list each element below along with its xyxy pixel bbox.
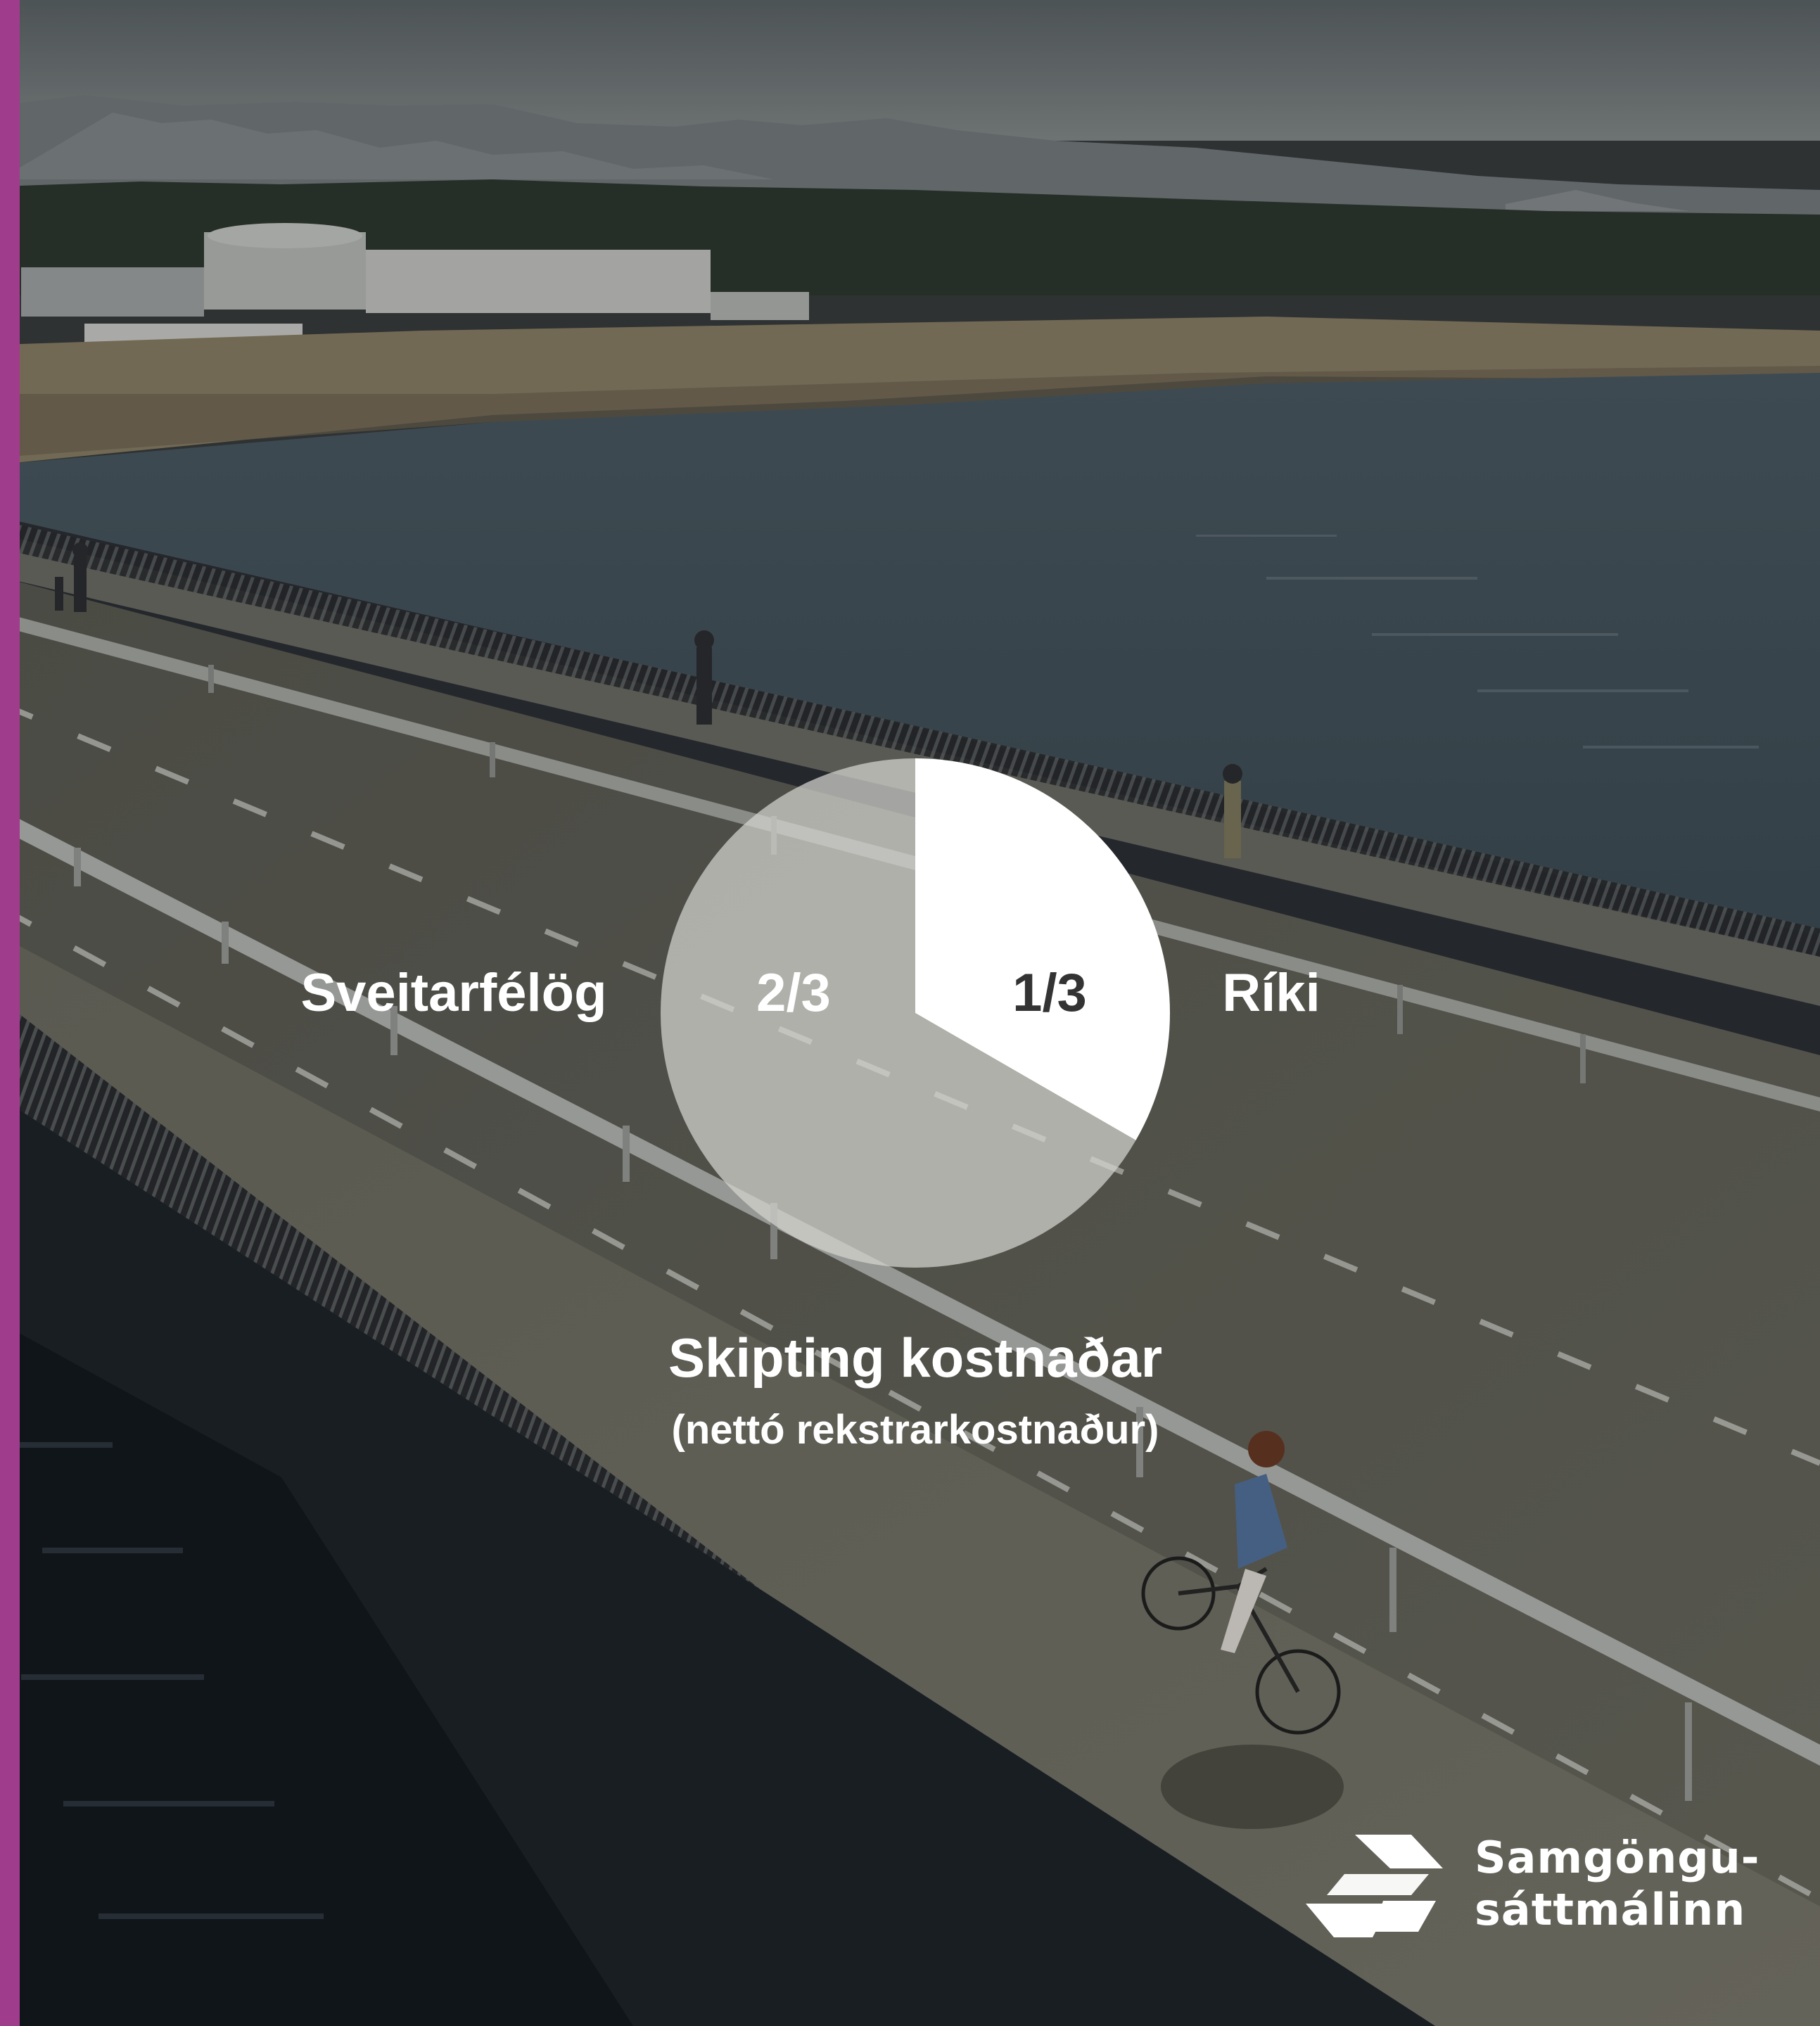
logo-line-1: Samgöngu- bbox=[1475, 1832, 1760, 1883]
slice-label-sveitarfelog: Sveitarfélög bbox=[300, 963, 606, 1023]
samgongusattmalinn-logo: Samgöngu- sáttmálinn bbox=[1306, 1830, 1759, 1943]
logo-line-2: sáttmálinn bbox=[1475, 1884, 1746, 1935]
samgongusattmalinn-logo-icon bbox=[1306, 1835, 1443, 1937]
slice-value-riki: 1/3 bbox=[1012, 963, 1087, 1023]
slice-label-riki: Ríki bbox=[1222, 963, 1320, 1023]
pie-chart: Sveitarfélög 2/3 1/3 Ríki Skipting kostn… bbox=[300, 758, 1321, 1453]
slice-value-sveitarfelog: 2/3 bbox=[756, 963, 831, 1023]
chart-subtitle: (nettó rekstrarkostnaður) bbox=[672, 1407, 1159, 1453]
chart-title: Skipting kostnaðar bbox=[668, 1327, 1162, 1389]
